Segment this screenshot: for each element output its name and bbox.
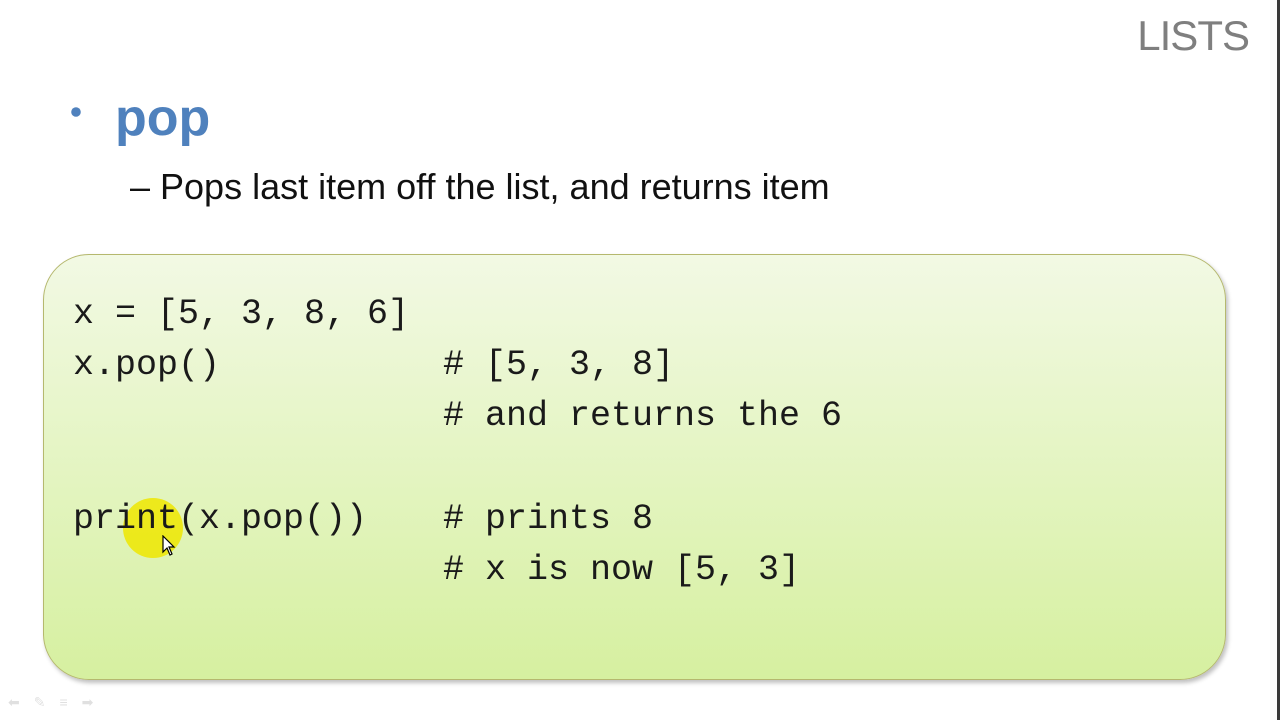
code-line-1: x = [5, 3, 8, 6] — [73, 294, 410, 334]
mouse-cursor-icon — [162, 535, 176, 556]
slideshow-toolbar: ⬅ ✎ ≡ ➡ — [8, 694, 93, 711]
code-comment-5: # prints 8 — [443, 499, 654, 539]
forward-arrow-icon[interactable]: ➡ — [82, 694, 94, 711]
menu-icon[interactable]: ≡ — [59, 694, 67, 711]
section-title: LISTS — [1137, 12, 1250, 59]
back-arrow-icon[interactable]: ⬅ — [8, 694, 20, 711]
code-comment-3: # and returns the 6 — [443, 396, 843, 436]
bullet-icon — [71, 107, 81, 117]
code-comment-2: # [5, 3, 8] — [443, 345, 675, 385]
pen-icon[interactable]: ✎ — [34, 694, 46, 711]
code-line-5: print(x.pop()) — [73, 499, 368, 539]
code-comment-6: # x is now [5, 3] — [443, 550, 801, 590]
slide-heading: pop — [115, 89, 211, 147]
code-line-2: x.pop() — [73, 345, 221, 385]
slide-subtext: – Pops last item off the list, and retur… — [130, 166, 830, 207]
